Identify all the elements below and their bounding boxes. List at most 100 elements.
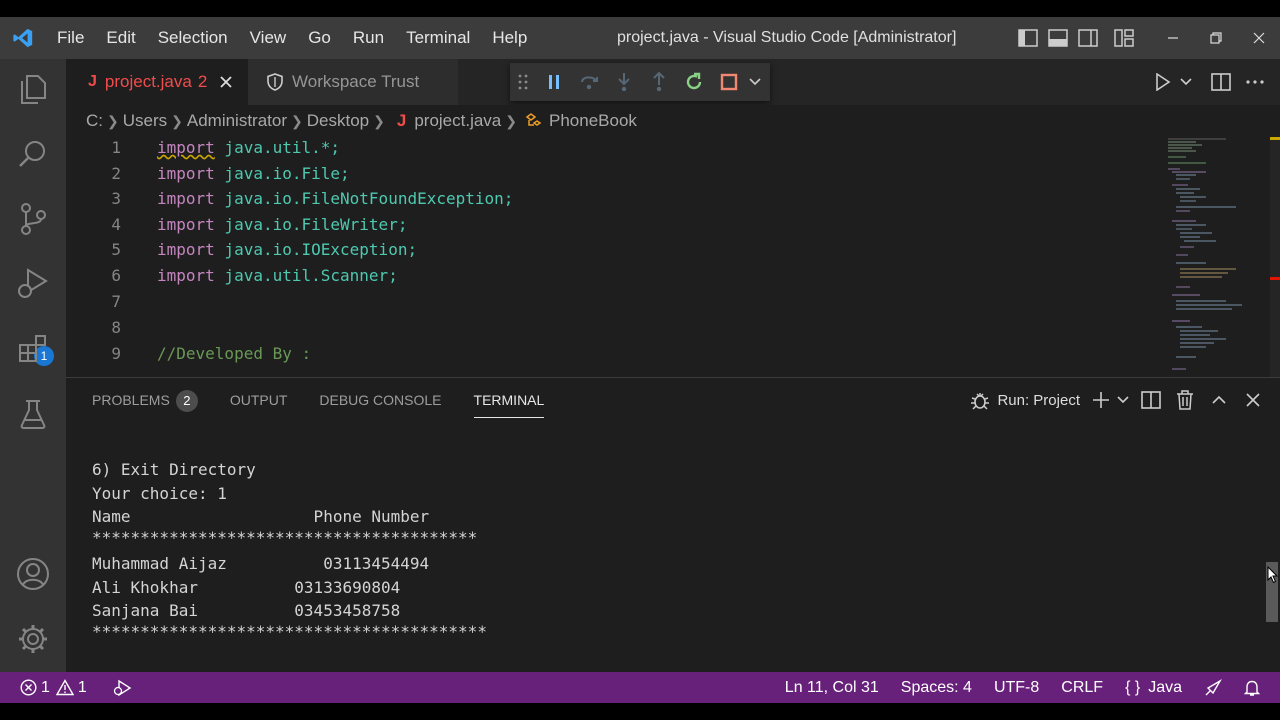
warning-icon: [55, 679, 74, 696]
menu-edit[interactable]: Edit: [95, 17, 146, 59]
minimize-icon[interactable]: [1151, 17, 1194, 59]
run-and-debug-icon[interactable]: [0, 254, 66, 314]
restart-icon[interactable]: [676, 63, 711, 101]
stop-icon[interactable]: [711, 63, 746, 101]
terminal-line: Your choice: 1: [92, 483, 227, 503]
terminal-output[interactable]: 6) Exit Directory Your choice: 1 Name Ph…: [92, 458, 1192, 646]
breadcrumb-item[interactable]: PhoneBook: [549, 111, 637, 131]
new-terminal-plus-icon[interactable]: [1090, 378, 1112, 422]
language-label: Java: [1148, 678, 1182, 696]
tab-debug-console[interactable]: DEBUG CONSOLE: [319, 378, 441, 422]
tab-label: PROBLEMS: [92, 392, 170, 408]
chevron-down-icon[interactable]: [1178, 61, 1194, 103]
overview-ruler[interactable]: [1270, 137, 1280, 377]
menu-selection[interactable]: Selection: [147, 17, 239, 59]
debug-toolbar: [510, 63, 770, 101]
notifications-bell-icon[interactable]: [1244, 679, 1260, 697]
line-number: 8: [111, 318, 121, 337]
vscode-logo-icon: [0, 17, 46, 59]
keyword: import: [157, 214, 215, 234]
close-window-icon[interactable]: [1237, 17, 1280, 59]
toggle-secondary-sidebar-icon[interactable]: [1073, 17, 1103, 59]
customize-layout-icon[interactable]: [1109, 17, 1139, 59]
manage-gear-icon[interactable]: [0, 609, 66, 669]
code-line: 6 import java.util.Scanner;: [66, 263, 1166, 289]
search-icon[interactable]: [0, 124, 66, 184]
code-line: 1 import java.util.*;: [66, 137, 1166, 161]
code-text: java.util.Scanner;: [214, 266, 398, 285]
breadcrumb-item[interactable]: Users: [123, 111, 167, 131]
source-control-icon[interactable]: [0, 189, 66, 249]
tab-terminal[interactable]: TERMINAL: [473, 378, 544, 422]
menu-view[interactable]: View: [239, 17, 298, 59]
accounts-icon[interactable]: [0, 544, 66, 604]
debug-launch-icon[interactable]: [113, 679, 133, 697]
run-file-icon[interactable]: [1148, 61, 1178, 103]
close-tab-icon[interactable]: [219, 75, 233, 89]
title-bar: File Edit Selection View Go Run Terminal…: [0, 17, 1280, 59]
encoding[interactable]: UTF-8: [994, 679, 1039, 697]
step-over-icon[interactable]: [571, 63, 606, 101]
end-of-line[interactable]: CRLF: [1061, 679, 1103, 697]
terminal-name[interactable]: Run: Project: [997, 392, 1080, 409]
errors-status[interactable]: 1 1: [20, 679, 87, 697]
pause-icon[interactable]: [536, 63, 571, 101]
code-line: 7: [66, 289, 1166, 315]
tab-problems[interactable]: PROBLEMS 2: [92, 378, 198, 422]
restore-icon[interactable]: [1194, 17, 1237, 59]
toggle-panel-icon[interactable]: [1043, 17, 1073, 59]
shield-icon: [266, 73, 284, 91]
code-line: 5 import java.io.IOException;: [66, 237, 1166, 263]
tab-label: project.java: [104, 72, 192, 91]
more-actions-icon[interactable]: [1240, 61, 1270, 103]
chevron-down-icon[interactable]: [746, 63, 764, 101]
breadcrumb-item[interactable]: Desktop: [307, 111, 369, 131]
status-bar: 1 1 Ln 11, Col 31 Spaces: 4 UTF-8 CRLF {…: [0, 672, 1280, 703]
keyword: import: [157, 138, 215, 157]
step-out-icon[interactable]: [641, 63, 676, 101]
line-number: 6: [111, 266, 121, 285]
minimap[interactable]: [1166, 137, 1266, 377]
language-mode[interactable]: { } Java: [1125, 679, 1182, 697]
close-panel-icon[interactable]: [1236, 378, 1270, 422]
keyword: import: [157, 266, 215, 285]
drag-handle-icon[interactable]: [510, 63, 536, 101]
menu-help[interactable]: Help: [481, 17, 538, 59]
code-editor[interactable]: 1 import java.util.*; 2 import java.io.F…: [66, 137, 1280, 377]
tab-output[interactable]: OUTPUT: [230, 378, 288, 422]
feedback-icon[interactable]: [1204, 678, 1222, 697]
indentation[interactable]: Spaces: 4: [901, 679, 972, 697]
cursor-position[interactable]: Ln 11, Col 31: [785, 679, 879, 697]
chevron-right-icon: ❯: [171, 112, 183, 129]
activity-bar: 1: [0, 59, 66, 672]
menu-file[interactable]: File: [46, 17, 95, 59]
step-into-icon[interactable]: [606, 63, 641, 101]
terminal-line: 6) Exit Directory: [92, 460, 256, 479]
chevron-down-icon[interactable]: [1112, 378, 1134, 422]
breadcrumb-item[interactable]: project.java: [414, 111, 501, 131]
tab-workspace-trust[interactable]: Workspace Trust: [248, 59, 458, 105]
terminal-line: ****************************************…: [92, 622, 487, 641]
testing-icon[interactable]: [0, 384, 66, 444]
split-terminal-icon[interactable]: [1134, 378, 1168, 422]
extensions-icon[interactable]: [0, 319, 66, 379]
menu-go[interactable]: Go: [297, 17, 342, 59]
menu-run[interactable]: Run: [342, 17, 395, 59]
breadcrumb-item[interactable]: Administrator: [187, 111, 287, 131]
bottom-panel: PROBLEMS 2 OUTPUT DEBUG CONSOLE TERMINAL …: [66, 377, 1280, 672]
split-editor-icon[interactable]: [1206, 61, 1236, 103]
toggle-primary-sidebar-icon[interactable]: [1013, 17, 1043, 59]
maximize-panel-chevron-up-icon[interactable]: [1202, 378, 1236, 422]
tab-project-java[interactable]: J project.java 2: [66, 59, 248, 105]
explorer-icon[interactable]: [0, 59, 66, 119]
menu-terminal[interactable]: Terminal: [395, 17, 481, 59]
trash-icon[interactable]: [1168, 378, 1202, 422]
line-number: 9: [111, 344, 121, 363]
line-number: 7: [111, 292, 121, 311]
breadcrumb-item[interactable]: C:: [86, 111, 103, 131]
debug-icon: [967, 378, 993, 422]
window-title: project.java - Visual Studio Code [Admin…: [617, 29, 957, 46]
line-number: 3: [111, 189, 121, 208]
code-line: 9 //Developed By :: [66, 341, 1166, 367]
code-text: java.io.IOException;: [214, 240, 418, 259]
